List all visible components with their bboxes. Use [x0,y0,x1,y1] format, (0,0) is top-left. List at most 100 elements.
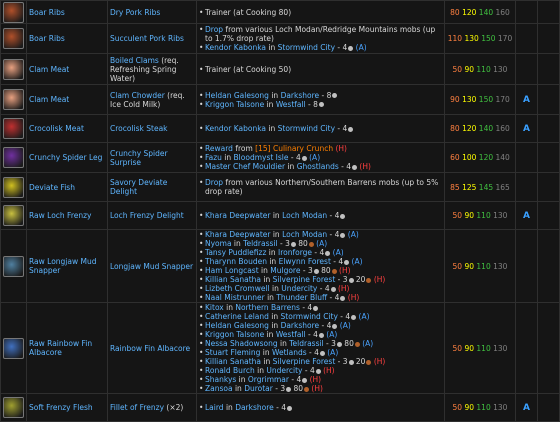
rainbow-fin-icon[interactable] [3,337,24,359]
source-link[interactable]: Darkshore [281,91,320,100]
source-item: Lizbeth Cromwell in Undercity - 4 (H) [199,284,442,293]
source-text: - 4 [335,43,348,52]
source-link[interactable]: Killian Sanatha [205,357,261,366]
source-link[interactable]: Khara Deepwater [205,211,270,220]
source-link[interactable]: Undercity [281,284,317,293]
source-link[interactable]: Naal Mistrunner [205,293,265,302]
source-link[interactable]: Master Chef Mouldier [205,162,285,171]
source-link[interactable]: Stormwind City [281,312,338,321]
horde-badge: (H) [309,384,323,393]
deviate-fish-icon[interactable] [3,176,24,198]
source-link[interactable]: Laird [205,403,224,412]
recipe-link[interactable]: Clam Chowder [110,91,165,100]
recipe-link[interactable]: Longjaw Mud Snapper [110,262,193,271]
recipe-link[interactable]: Crocolisk Steak [110,124,168,133]
source-link[interactable]: Tharynn Bouden [205,257,267,266]
source-link[interactable]: Lizbeth Cromwell [205,284,270,293]
source-link[interactable]: Stuart Fleming [205,348,260,357]
source-link[interactable]: Mulgore [270,266,300,275]
ingredient-link[interactable]: Clam Meat [29,65,69,74]
ingredient-link[interactable]: Soft Frenzy Flesh [29,403,93,412]
source-link[interactable]: Wetlands [272,348,307,357]
source-link[interactable]: Orgrimmar [248,375,289,384]
source-link[interactable]: Undercity [266,366,302,375]
quest-link[interactable]: [15] Culinary Crunch [255,144,333,153]
recipe-link[interactable]: Crunchy Spider Surprise [110,149,168,167]
recipe-link[interactable]: Dry Pork Ribs [110,8,160,17]
source-link[interactable]: Loch Modan [282,211,327,220]
source-link[interactable]: Teldrassil [243,239,277,248]
recipe-link[interactable]: Loch Frenzy Delight [110,211,184,220]
source-link[interactable]: Teldrassil [289,339,323,348]
soft-frenzy-icon[interactable] [3,397,24,418]
source-link[interactable]: Kendor Kabonka [205,124,266,133]
source-link[interactable]: Reward [205,144,233,153]
item-icon-cell [0,201,27,230]
ingredient-link[interactable]: Boar Ribs [29,34,65,43]
source-link[interactable]: Tansy Puddlefizz [205,248,266,257]
ingredient-link[interactable]: Crocolisk Meat [29,124,84,133]
faction-cell [515,0,538,24]
source-text: in [270,230,283,239]
recipe-link[interactable]: Boiled Clams [110,56,159,65]
source-text: - 4 [306,348,319,357]
source-link[interactable]: Catherine Leland [205,312,269,321]
source-link[interactable]: Darkshore [281,321,320,330]
source-link[interactable]: Khara Deepwater [205,230,270,239]
source-link[interactable]: Ghostlands [297,162,339,171]
source-link[interactable]: Heldan Galesong [205,321,269,330]
source-link[interactable]: Loch Modan [282,230,327,239]
skill-level: 130 [493,403,508,412]
source-link[interactable]: Drop [205,178,223,187]
source-link[interactable]: Kitox [205,303,224,312]
spider-leg-icon[interactable] [3,147,24,168]
source-link[interactable]: Killian Sanatha [205,275,261,284]
source-link[interactable]: Darkshore [235,403,274,412]
source-link[interactable]: Ronald Burch [205,366,255,375]
source-link[interactable]: Nyoma [205,239,232,248]
ingredient-link[interactable]: Boar Ribs [29,8,65,17]
source-link[interactable]: Northern Barrens [235,303,300,312]
alliance-icon: A [523,210,530,221]
source-link[interactable]: Zansoa [205,384,233,393]
source-link[interactable]: Ham Longcast [205,266,259,275]
recipe-link[interactable]: Savory Deviate Delight [110,178,167,196]
source-link[interactable]: Westfall [276,330,306,339]
source-link[interactable]: Stormwind City [278,124,335,133]
boar-ribs-icon[interactable] [3,1,24,23]
loch-frenzy-icon[interactable] [3,205,24,226]
source-link[interactable]: Kendor Kabonka [205,43,266,52]
crocolisk-meat-icon[interactable] [3,118,24,139]
source-link[interactable]: Fazu [205,153,222,162]
source-link[interactable]: Nessa Shadowsong [205,339,278,348]
mud-snapper-icon[interactable] [3,255,24,277]
source-link[interactable]: Ironforge [278,248,312,257]
recipe-link[interactable]: Rainbow Fin Albacore [110,344,190,353]
source-link[interactable]: Elwynn Forest [279,257,331,266]
source-link[interactable]: Kriggon Talsone [205,330,264,339]
ingredient-link[interactable]: Raw Loch Frenzy [29,211,92,220]
alliance-badge: (A) [345,230,359,239]
source-link[interactable]: Silverpine Forest [273,357,336,366]
clam-meat-icon[interactable] [3,58,24,80]
ingredient-link[interactable]: Deviate Fish [29,183,75,192]
source-link[interactable]: Heldan Galesong [205,91,269,100]
source-link[interactable]: Silverpine Forest [273,275,336,284]
source-link[interactable]: Drop [205,25,223,34]
table-row: Raw Rainbow Fin Albacore Rainbow Fin Alba… [0,302,560,394]
source-link[interactable]: Bloodmyst Isle [234,153,289,162]
recipe-link[interactable]: Succulent Pork Ribs [110,34,184,43]
recipe-link[interactable]: Fillet of Frenzy [110,403,164,412]
source-link[interactable]: Westfall [276,100,306,109]
ingredient-link[interactable]: Raw Longjaw Mud Snapper [29,257,97,275]
clam-meat-icon[interactable] [3,89,24,110]
source-link[interactable]: Thunder Bluff [276,293,327,302]
source-link[interactable]: Shankys [205,375,236,384]
source-link[interactable]: Kriggon Talsone [205,100,264,109]
ingredient-link[interactable]: Clam Meat [29,95,69,104]
boar-ribs-icon[interactable] [3,28,24,49]
ingredient-link[interactable]: Crunchy Spider Leg [29,153,102,162]
source-link[interactable]: Durotar [244,384,273,393]
ingredient-link[interactable]: Raw Rainbow Fin Albacore [29,339,92,357]
source-link[interactable]: Stormwind City [278,43,335,52]
